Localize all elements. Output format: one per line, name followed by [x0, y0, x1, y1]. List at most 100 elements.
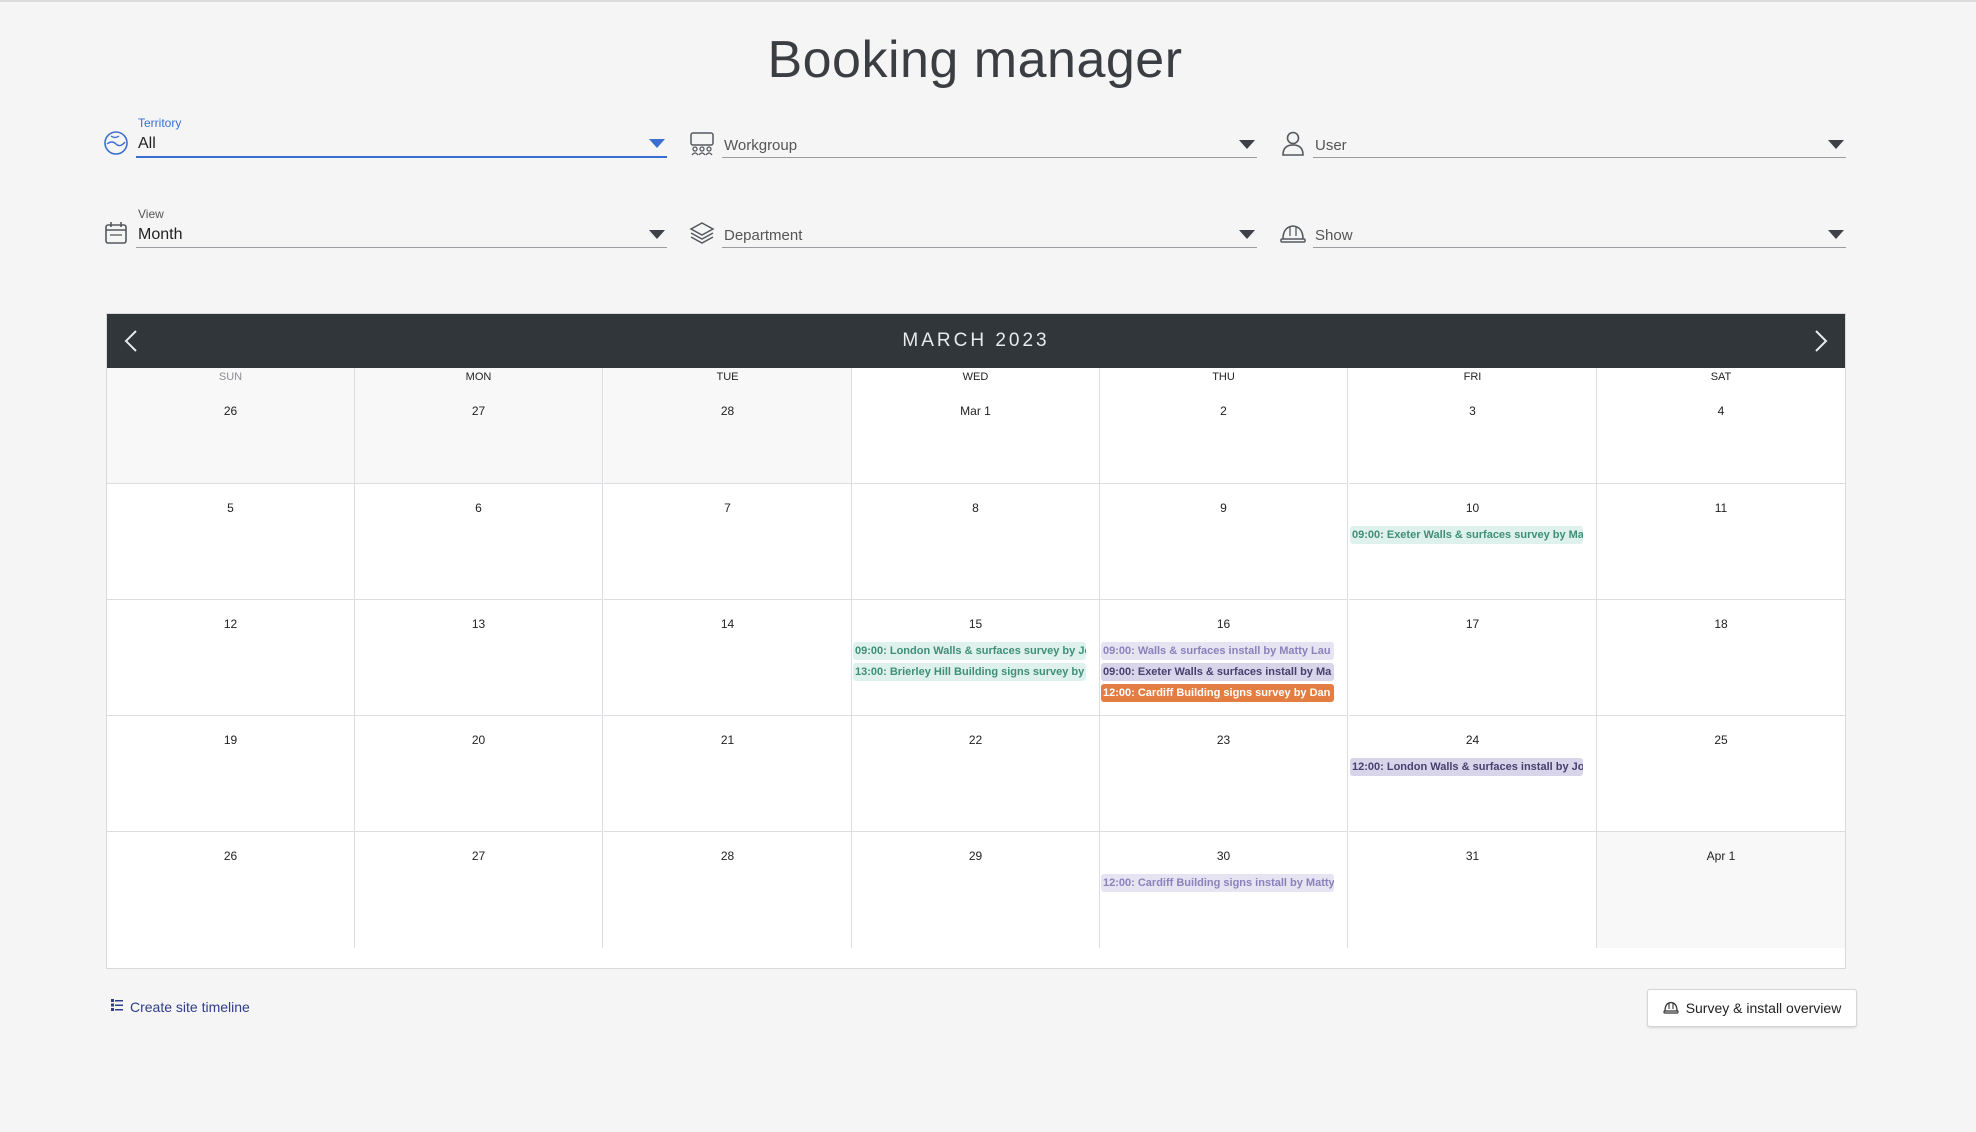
calendar-event[interactable]: 09:00: Exeter Walls & surfaces survey by… — [1350, 526, 1583, 544]
view-select[interactable]: View Month — [136, 203, 667, 248]
day-number: 21 — [720, 733, 735, 747]
calendar-event[interactable]: 09:00: London Walls & surfaces survey by… — [853, 642, 1086, 660]
calendar-day-cell[interactable]: 14 — [604, 600, 852, 716]
chevron-right-icon[interactable] — [1805, 326, 1835, 356]
calendar-day-cell[interactable]: SUN 26 — [107, 368, 355, 484]
calendar-day-cell[interactable]: 16 09:00: Walls & surfaces install by Mat… — [1100, 600, 1348, 716]
chevron-down-icon — [1239, 140, 1255, 149]
day-number: Mar 1 — [960, 404, 991, 418]
day-number: 27 — [471, 849, 486, 863]
calendar-day-cell[interactable]: 27 — [355, 832, 603, 948]
calendar-day-cell[interactable]: 19 — [107, 716, 355, 832]
calendar-event[interactable]: 09:00: Exeter Walls & surfaces install b… — [1101, 663, 1334, 681]
day-number: 26 — [223, 404, 238, 418]
show-placeholder: Show — [1315, 227, 1353, 244]
calendar-day-cell[interactable]: SAT 4 — [1597, 368, 1845, 484]
calendar-day-cell[interactable]: FRI 3 — [1349, 368, 1597, 484]
calendar-day-cell[interactable]: 20 — [355, 716, 603, 832]
layers-icon — [689, 220, 715, 246]
hard-hat-icon — [1663, 999, 1679, 1018]
department-dropdown[interactable]: Department — [689, 204, 1257, 248]
chevron-down-icon — [1828, 140, 1844, 149]
calendar-day-cell[interactable]: 15 09:00: London Walls & surfaces survey … — [852, 600, 1100, 716]
calendar-event[interactable]: 12:00: Cardiff Building signs install by… — [1101, 874, 1334, 892]
calendar-day-cell[interactable]: 29 — [852, 832, 1100, 948]
day-number: 23 — [1216, 733, 1231, 747]
view-dropdown[interactable]: View Month — [103, 204, 667, 248]
calendar-day-cell[interactable]: Apr 1 — [1597, 832, 1845, 948]
calendar-day-cell[interactable]: 21 — [604, 716, 852, 832]
day-number: 15 — [968, 617, 983, 631]
calendar-day-cell[interactable]: 11 — [1597, 484, 1845, 600]
page-title: Booking manager — [767, 31, 1183, 89]
day-number: 3 — [1469, 404, 1476, 418]
day-number: 13 — [471, 617, 486, 631]
show-dropdown[interactable]: Show — [1280, 204, 1846, 248]
calendar-day-cell[interactable]: 26 — [107, 832, 355, 948]
day-number: 24 — [1465, 733, 1480, 747]
day-number: 9 — [1220, 501, 1227, 515]
calendar-month-title: MARCH 2023 — [902, 330, 1050, 351]
workgroup-select[interactable]: Workgroup — [722, 113, 1257, 158]
create-site-timeline-link[interactable]: Create site timeline — [110, 998, 250, 1015]
calendar-day-cell[interactable]: 8 — [852, 484, 1100, 600]
calendar-day-cell[interactable]: 30 12:00: Cardiff Building signs install … — [1100, 832, 1348, 948]
calendar-day-cell[interactable]: 22 — [852, 716, 1100, 832]
day-number: 22 — [968, 733, 983, 747]
calendar-day-cell[interactable]: 6 — [355, 484, 603, 600]
calendar-day-cell[interactable]: 28 — [604, 832, 852, 948]
calendar-day-cell[interactable]: 7 — [604, 484, 852, 600]
day-number: 8 — [972, 501, 979, 515]
day-number: 27 — [471, 404, 486, 418]
day-number: 29 — [968, 849, 983, 863]
view-label: View — [138, 207, 164, 221]
calendar-day-cell[interactable]: 9 — [1100, 484, 1348, 600]
view-value: Month — [138, 226, 183, 243]
calendar-day-cell[interactable]: 10 09:00: Exeter Walls & surfaces survey … — [1349, 484, 1597, 600]
day-number: 20 — [471, 733, 486, 747]
calendar-event[interactable]: 12:00: Cardiff Building signs survey by … — [1101, 684, 1334, 702]
day-number: 31 — [1465, 849, 1480, 863]
show-select[interactable]: Show — [1313, 203, 1846, 248]
calendar-event[interactable]: 12:00: London Walls & surfaces install b… — [1350, 758, 1583, 776]
day-number: Apr 1 — [1706, 849, 1736, 863]
day-number: 2 — [1220, 404, 1227, 418]
day-of-week-header: WED — [962, 371, 989, 383]
user-placeholder: User — [1315, 137, 1347, 154]
calendar-day-cell[interactable]: WED Mar 1 — [852, 368, 1100, 484]
workgroup-placeholder: Workgroup — [724, 137, 798, 154]
calendar-day-cell[interactable]: 25 — [1597, 716, 1845, 832]
survey-install-overview-button[interactable]: Survey & install overview — [1647, 989, 1857, 1027]
calendar-event[interactable]: 09:00: Walls & surfaces install by Matty… — [1101, 642, 1334, 660]
territory-select[interactable]: Territory All — [136, 112, 667, 158]
calendar-day-cell[interactable]: 23 — [1100, 716, 1348, 832]
day-of-week-header: MON — [465, 371, 492, 383]
workgroup-dropdown[interactable]: Workgroup — [689, 114, 1257, 158]
calendar-day-cell[interactable]: 12 — [107, 600, 355, 716]
chevron-down-icon — [649, 139, 665, 148]
calendar-day-cell[interactable]: TUE 28 — [604, 368, 852, 484]
calendar-day-cell[interactable]: 13 — [355, 600, 603, 716]
calendar-day-cell[interactable]: 18 — [1597, 600, 1845, 716]
month-calendar: MARCH 2023 SUN 26 MON 27 TUE 28 WED Mar 1 THU 2 FR… — [106, 313, 1846, 969]
user-select[interactable]: User — [1313, 113, 1846, 158]
create-site-timeline-label: Create site timeline — [130, 998, 250, 1015]
user-dropdown[interactable]: User — [1280, 114, 1846, 158]
day-number: 7 — [724, 501, 731, 515]
chevron-down-icon — [1239, 230, 1255, 239]
day-number: 28 — [720, 404, 735, 418]
user-icon — [1280, 130, 1306, 156]
calendar-day-cell[interactable]: THU 2 — [1100, 368, 1348, 484]
calendar-day-cell[interactable]: 17 — [1349, 600, 1597, 716]
calendar-day-cell[interactable]: MON 27 — [355, 368, 603, 484]
chevron-down-icon — [1828, 230, 1844, 239]
day-number: 30 — [1216, 849, 1231, 863]
day-number: 16 — [1216, 617, 1231, 631]
calendar-day-cell[interactable]: 31 — [1349, 832, 1597, 948]
calendar-event[interactable]: 13:00: Brierley Hill Building signs surv… — [853, 663, 1086, 681]
day-number: 10 — [1465, 501, 1480, 515]
calendar-day-cell[interactable]: 5 — [107, 484, 355, 600]
department-select[interactable]: Department — [722, 203, 1257, 248]
calendar-day-cell[interactable]: 24 12:00: London Walls & surfaces install… — [1349, 716, 1597, 832]
territory-dropdown[interactable]: Territory All — [103, 114, 667, 158]
